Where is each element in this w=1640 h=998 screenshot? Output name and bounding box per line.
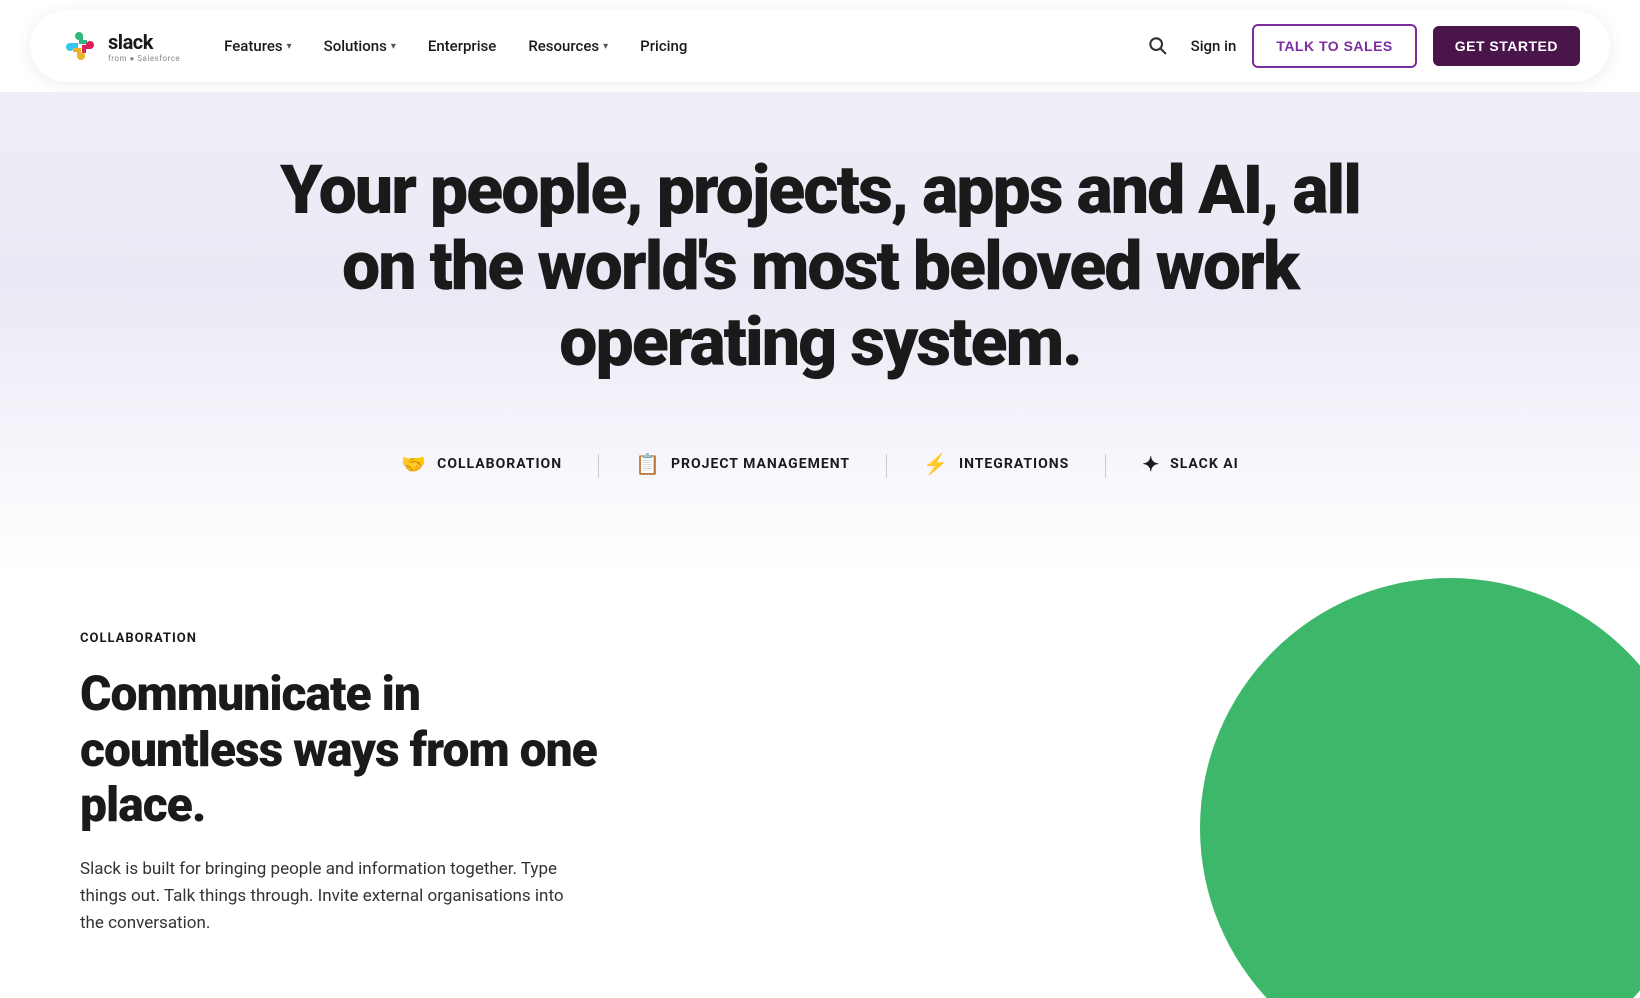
hero-headline: Your people, projects, apps and AI, all … bbox=[270, 152, 1370, 380]
tab-slack-ai[interactable]: ✦ SLACK AI bbox=[1106, 440, 1274, 491]
sign-in-link[interactable]: Sign in bbox=[1191, 37, 1237, 55]
chevron-down-icon: ▾ bbox=[603, 41, 608, 52]
nav-pricing[interactable]: Pricing bbox=[626, 29, 701, 63]
main-nav: slack from ● Salesforce Features ▾ Solut… bbox=[30, 10, 1610, 82]
tab-integrations[interactable]: ⚡ INTEGRATIONS bbox=[887, 440, 1105, 491]
nav-wrapper: slack from ● Salesforce Features ▾ Solut… bbox=[0, 0, 1640, 92]
salesforce-sub: from ● Salesforce bbox=[108, 54, 180, 63]
slack-ai-icon: ✦ bbox=[1142, 452, 1160, 476]
slack-logo-icon bbox=[60, 26, 100, 66]
search-button[interactable] bbox=[1139, 27, 1175, 66]
feature-tabs: 🤝 COLLABORATION 📋 PROJECT MANAGEMENT ⚡ I… bbox=[365, 440, 1274, 491]
collaboration-icon: 🤝 bbox=[401, 452, 427, 476]
nav-links: Features ▾ Solutions ▾ Enterprise Resour… bbox=[210, 29, 1139, 63]
section-body: Slack is built for bringing people and i… bbox=[80, 856, 580, 938]
tab-collaboration[interactable]: 🤝 COLLABORATION bbox=[365, 440, 598, 491]
nav-features[interactable]: Features ▾ bbox=[210, 29, 306, 63]
nav-enterprise[interactable]: Enterprise bbox=[414, 29, 510, 63]
chevron-down-icon: ▾ bbox=[287, 41, 292, 52]
integrations-icon: ⚡ bbox=[923, 452, 949, 476]
nav-right: Sign in TALK TO SALES GET STARTED bbox=[1139, 24, 1580, 68]
slack-wordmark: slack bbox=[108, 30, 180, 54]
chevron-down-icon: ▾ bbox=[391, 41, 396, 52]
get-started-button[interactable]: GET STARTED bbox=[1433, 26, 1580, 66]
nav-resources[interactable]: Resources ▾ bbox=[514, 29, 622, 63]
section-headline: Communicate in countless ways from one p… bbox=[80, 666, 600, 832]
search-icon bbox=[1147, 35, 1167, 55]
project-management-icon: 📋 bbox=[635, 452, 661, 476]
logo-link[interactable]: slack from ● Salesforce bbox=[60, 26, 180, 66]
nav-solutions[interactable]: Solutions ▾ bbox=[310, 29, 410, 63]
logo-text: slack from ● Salesforce bbox=[108, 30, 180, 63]
talk-to-sales-button[interactable]: TALK TO SALES bbox=[1252, 24, 1416, 68]
hero-section: Your people, projects, apps and AI, all … bbox=[0, 92, 1640, 571]
content-section: COLLABORATION Communicate in countless w… bbox=[0, 571, 1640, 997]
tab-project-management[interactable]: 📋 PROJECT MANAGEMENT bbox=[599, 440, 886, 491]
